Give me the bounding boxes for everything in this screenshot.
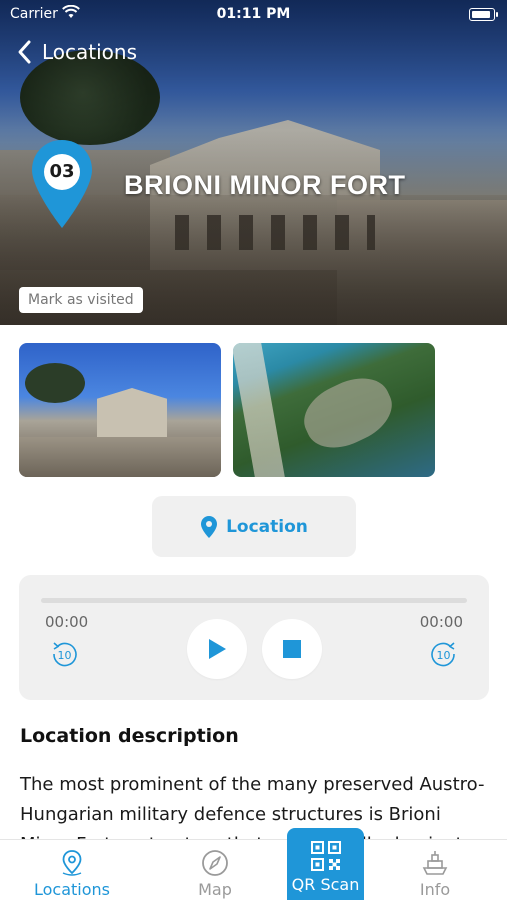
location-button[interactable]: Location xyxy=(152,496,356,557)
back-button[interactable]: Locations xyxy=(14,38,137,66)
tab-bar: Locations Map Info xyxy=(0,839,507,900)
location-pin-icon xyxy=(62,850,82,876)
photo-coast xyxy=(233,343,285,477)
location-number-pin: 03 xyxy=(30,138,94,232)
tab-info[interactable]: Info xyxy=(380,840,490,900)
tab-map[interactable]: Map xyxy=(160,840,270,900)
tab-map-label: Map xyxy=(198,880,232,899)
svg-text:10: 10 xyxy=(58,649,72,662)
elapsed-time: 00:00 xyxy=(45,613,89,631)
tab-qr-scan[interactable]: QR Scan xyxy=(287,828,364,900)
qr-code-icon xyxy=(310,841,341,871)
gallery-photo-fort[interactable] xyxy=(19,343,221,477)
tab-qr-scan-label: QR Scan xyxy=(291,875,360,894)
forward-10-icon[interactable]: 10 xyxy=(429,639,459,669)
play-button[interactable] xyxy=(187,619,247,679)
mark-visited-button[interactable]: Mark as visited xyxy=(19,287,143,313)
ship-icon xyxy=(422,851,448,875)
total-time: 00:00 xyxy=(419,613,463,631)
tab-info-label: Info xyxy=(419,880,451,899)
audio-player: 00:00 00:00 10 10 xyxy=(19,575,489,700)
chevron-left-icon xyxy=(18,40,31,64)
battery-icon xyxy=(469,8,498,21)
compass-icon xyxy=(202,850,228,876)
rewind-10-icon[interactable]: 10 xyxy=(49,639,79,669)
photo-wall xyxy=(19,437,221,477)
stop-icon xyxy=(283,640,301,658)
svg-text:10: 10 xyxy=(437,649,451,662)
status-bar: Carrier 01:11 PM xyxy=(0,0,507,30)
location-pin-icon xyxy=(201,515,218,538)
back-label: Locations xyxy=(42,40,138,64)
photo-clearing xyxy=(294,366,402,460)
description-heading: Location description xyxy=(20,725,239,747)
tab-locations[interactable]: Locations xyxy=(17,840,127,900)
tab-locations-label: Locations xyxy=(33,880,110,899)
location-number: 03 xyxy=(44,154,80,190)
location-title: BRIONI MINOR FORT xyxy=(124,170,406,200)
gallery-photo-aerial[interactable] xyxy=(233,343,435,477)
location-button-label: Location xyxy=(226,516,308,537)
photo-tree xyxy=(25,363,85,403)
play-icon xyxy=(209,639,226,659)
status-time: 01:11 PM xyxy=(216,6,291,22)
stop-button[interactable] xyxy=(262,619,322,679)
audio-progress-bar[interactable] xyxy=(41,598,467,603)
